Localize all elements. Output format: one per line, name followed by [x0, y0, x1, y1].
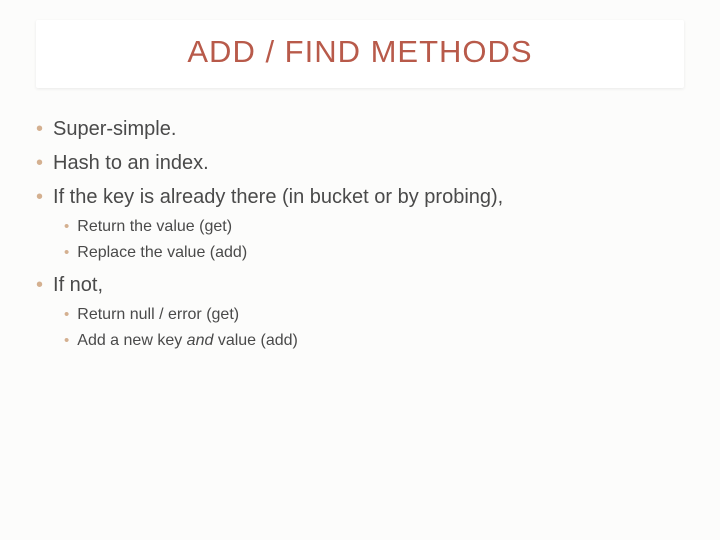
bullet-icon: •: [64, 304, 69, 326]
bullet-text: Super-simple.: [53, 116, 176, 142]
sub-text-prefix: Add a new key: [77, 332, 186, 349]
sub-text-italic: and: [187, 332, 214, 349]
bullet-text: If not,: [53, 272, 103, 298]
bullet-icon: •: [64, 242, 69, 264]
sub-bullet-text: Add a new key and value (add): [77, 330, 298, 352]
sub-text-suffix: value (add): [213, 332, 298, 349]
list-item: • If not, • Return null / error (get) • …: [36, 272, 684, 352]
sub-list-item: • Add a new key and value (add): [64, 330, 684, 352]
sub-bullet-text: Return null / error (get): [77, 304, 239, 326]
list-item: • Hash to an index.: [36, 150, 684, 176]
sub-list-item: • Replace the value (add): [64, 242, 684, 264]
list-item: • Super-simple.: [36, 116, 684, 142]
sub-bullet-text: Return the value (get): [77, 216, 232, 238]
bullet-icon: •: [36, 150, 43, 176]
sub-list-item: • Return null / error (get): [64, 304, 684, 326]
sub-list-item: • Return the value (get): [64, 216, 684, 238]
bullet-list: • Super-simple. • Hash to an index. • If…: [36, 116, 684, 352]
bullet-icon: •: [36, 116, 43, 142]
sub-bullet-text: Replace the value (add): [77, 242, 247, 264]
sub-list: • Return the value (get) • Replace the v…: [64, 216, 684, 264]
bullet-text: If the key is already there (in bucket o…: [53, 184, 503, 210]
slide-title: ADD / FIND METHODS: [36, 34, 684, 70]
bullet-text: Hash to an index.: [53, 150, 209, 176]
sub-list: • Return null / error (get) • Add a new …: [64, 304, 684, 352]
bullet-icon: •: [64, 216, 69, 238]
list-item: • If the key is already there (in bucket…: [36, 184, 684, 264]
title-bar: ADD / FIND METHODS: [36, 20, 684, 88]
bullet-icon: •: [36, 184, 43, 210]
bullet-icon: •: [36, 272, 43, 298]
bullet-icon: •: [64, 330, 69, 352]
